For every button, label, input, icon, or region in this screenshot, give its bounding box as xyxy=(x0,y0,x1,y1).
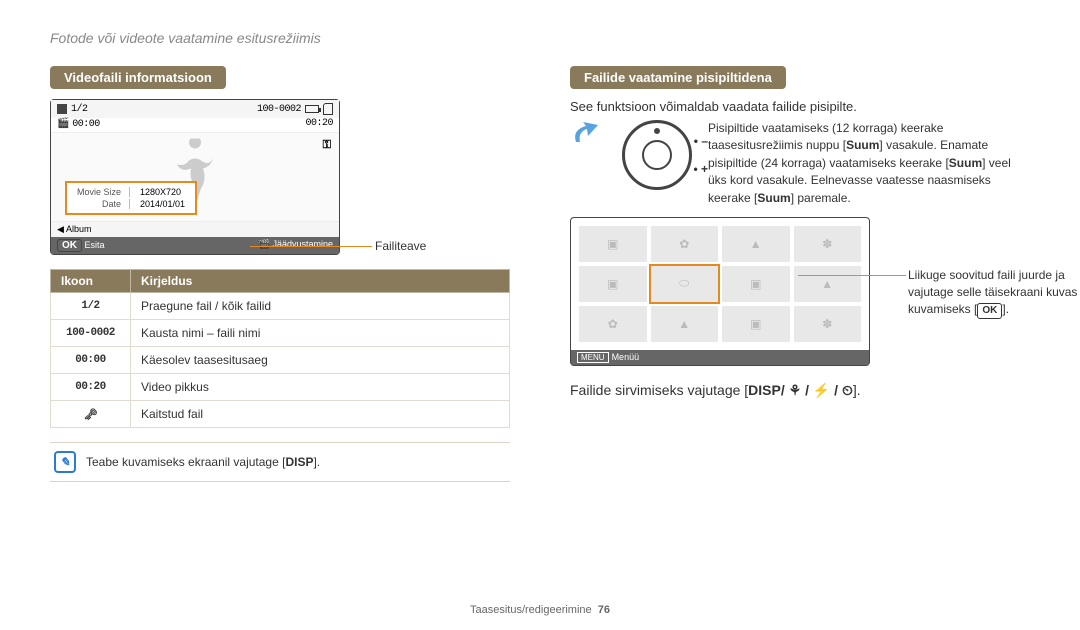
disp-label: DISP xyxy=(748,382,781,398)
th-desc: Kirjeldus xyxy=(131,270,510,293)
thumbnail: ▣ xyxy=(579,266,647,302)
info-icon: ✎ xyxy=(54,451,76,473)
info-val-date: 2014/01/01 xyxy=(132,199,193,209)
section-heading-video-info: Videofaili informatsioon xyxy=(50,66,226,89)
thumbnail: ▣ xyxy=(579,226,647,262)
leader-line-thumb xyxy=(798,275,906,276)
info-key-date: Date xyxy=(69,199,130,209)
leader-label-thumb: Liikuge soovitud faili juurde ja vajutag… xyxy=(908,267,1078,319)
play-button: OK Esita xyxy=(57,239,105,252)
page-title: Fotode või videote vaatamine esitusrežii… xyxy=(50,30,1030,46)
thumbnail: ▲ xyxy=(722,226,790,262)
tip-disp: DISP xyxy=(285,455,313,469)
nav-icons: / ⚘ / ⚡ / ⏲ xyxy=(781,382,853,398)
lock-icon: ⚿ xyxy=(323,139,331,152)
file-info-overlay: Movie Size1280X720 Date2014/01/01 xyxy=(65,181,197,215)
leader-label-fileinfo: Failiteave xyxy=(375,239,426,253)
table-row: 🗝Kaitstud fail xyxy=(51,401,510,428)
storage-icon xyxy=(323,103,333,115)
dial-instruction-text: Pisipiltide vaatamiseks (12 korraga) kee… xyxy=(708,120,1030,207)
thumbnail-grid-screen: ▣ ✿ ▲ ✽ ▣ ⬭ ▣ ▲ ✿ ▲ ▣ ✽ MENUMenüü xyxy=(570,217,870,366)
table-row: 100-0002Kausta nimi – faili nimi xyxy=(51,320,510,347)
info-key-size: Movie Size xyxy=(69,187,130,197)
right-column: Failide vaatamine pisipiltidena See funk… xyxy=(570,66,1030,482)
thumbnail-footer: MENUMenüü xyxy=(571,350,869,365)
play-mode-icon xyxy=(57,104,67,114)
table-row: 00:20Video pikkus xyxy=(51,374,510,401)
movie-icon: 🎬 00:00 xyxy=(57,118,100,130)
browse-instruction: Failide sirvimiseks vajutage [DISP/ ⚘ / … xyxy=(570,382,1030,399)
playback-screen-mock: 1/2 100-0002 🎬 00:00 00:20 xyxy=(50,99,340,255)
thumbnail: ✿ xyxy=(651,226,719,262)
thumbnail-selected: ⬭ xyxy=(651,266,719,302)
thumbnail: ✿ xyxy=(579,306,647,342)
table-row: 00:00Käesolev taasesitusaeg xyxy=(51,347,510,374)
table-row: 1/2Praegune fail / kõik failid xyxy=(51,293,510,320)
intro-text: See funktsioon võimaldab vaadata failide… xyxy=(570,99,1030,114)
left-column: Videofaili informatsioon 1/2 100-0002 🎬 … xyxy=(50,66,510,482)
leader-line xyxy=(250,246,372,247)
icon-description-table: Ikoon Kirjeldus 1/2Praegune fail / kõik … xyxy=(50,269,510,428)
th-icon: Ikoon xyxy=(51,270,131,293)
thumbnail: ✽ xyxy=(794,306,862,342)
thumbnail: ▣ xyxy=(722,306,790,342)
thumbnail: ▣ xyxy=(722,266,790,302)
file-counter: 1/2 xyxy=(71,104,88,115)
album-button: ◀ Album xyxy=(57,224,91,235)
ok-button-icon: OK xyxy=(977,303,1002,319)
rotate-arrows-icon xyxy=(570,120,606,150)
page-footer: Taasesitus/redigeerimine 76 xyxy=(0,604,1080,616)
folder-file-number: 100-0002 xyxy=(257,104,301,115)
screen-wrapper: 1/2 100-0002 🎬 00:00 00:20 xyxy=(50,99,510,255)
tip-note: ✎ Teabe kuvamiseks ekraanil vajutage [DI… xyxy=(50,442,510,482)
zoom-dial-icon xyxy=(622,120,692,190)
thumbnail: ✽ xyxy=(794,226,862,262)
info-val-size: 1280X720 xyxy=(132,187,193,197)
thumbnail: ▲ xyxy=(651,306,719,342)
dial-minus: – xyxy=(694,134,708,148)
dial-plus: + xyxy=(693,162,708,176)
current-time: 00:00 xyxy=(72,119,100,130)
section-heading-thumbnails: Failide vaatamine pisipiltidena xyxy=(570,66,786,89)
tip-text: Teabe kuvamiseks ekraanil vajutage [ xyxy=(86,455,285,469)
battery-icon xyxy=(305,105,319,113)
menu-tag: MENU xyxy=(577,352,609,363)
total-time: 00:20 xyxy=(305,118,333,130)
thumbnail: ▲ xyxy=(794,266,862,302)
